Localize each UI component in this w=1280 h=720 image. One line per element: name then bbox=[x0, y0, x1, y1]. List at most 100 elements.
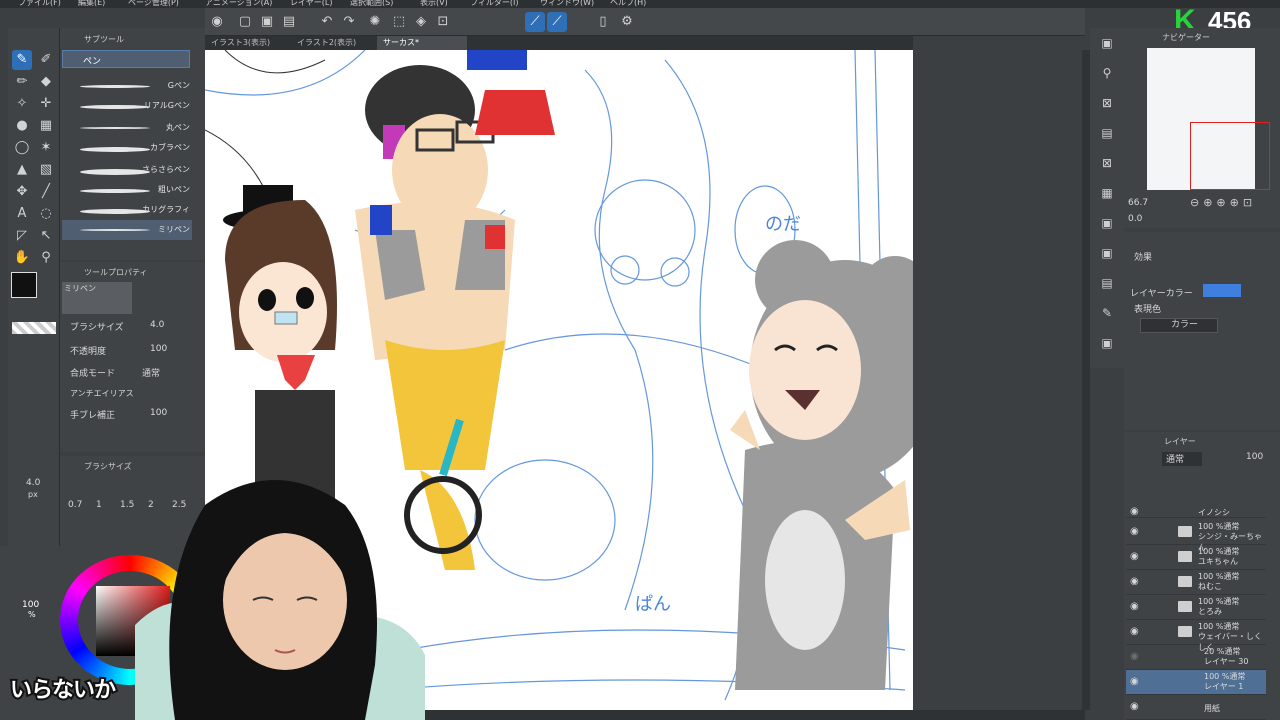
auto-action-icon[interactable]: ▤ bbox=[1098, 276, 1116, 294]
item-bank-icon[interactable]: ⊠ bbox=[1098, 156, 1116, 174]
menu-window[interactable]: ウィンドウ(W) bbox=[540, 0, 594, 8]
eye-icon[interactable]: ◉ bbox=[1130, 626, 1139, 637]
brush-item[interactable]: Gペン bbox=[62, 76, 192, 96]
eye-icon[interactable]: ◉ bbox=[1130, 701, 1139, 712]
layer-row[interactable]: ◉ 100 %通常 ユキちゃん bbox=[1126, 545, 1266, 570]
subtool-group-header[interactable]: ペン bbox=[62, 50, 190, 68]
rotation-value[interactable]: 0.0 bbox=[1128, 214, 1142, 224]
menu-selection[interactable]: 選択範囲(S) bbox=[350, 0, 393, 8]
brush-item[interactable]: リアルGペン bbox=[62, 96, 192, 116]
menu-help[interactable]: ヘルプ(H) bbox=[610, 0, 646, 8]
menu-edit[interactable]: 編集(E) bbox=[78, 0, 105, 8]
line-tool-icon[interactable]: ╱ bbox=[36, 182, 56, 202]
size-option[interactable]: 1 bbox=[96, 500, 102, 510]
menu-file[interactable]: ファイル(F) bbox=[18, 0, 61, 8]
snap-ruler-icon[interactable]: ⟋ bbox=[525, 12, 545, 32]
expression-select[interactable]: カラー bbox=[1140, 318, 1218, 333]
material-icon[interactable]: ▣ bbox=[1098, 36, 1116, 54]
balloon-tool-icon[interactable]: ◌ bbox=[36, 204, 56, 224]
layer-row[interactable]: ◉ 100 %通常 ねむこ bbox=[1126, 570, 1266, 595]
phone-link-icon[interactable]: ▯ bbox=[593, 12, 613, 32]
eye-icon[interactable]: ◉ bbox=[1130, 506, 1139, 517]
redo-icon[interactable]: ↷ bbox=[339, 12, 359, 32]
brush-size-value[interactable]: 4.0 bbox=[150, 320, 164, 330]
layer-row[interactable]: ◉ 20 %通常 レイヤー 30 bbox=[1126, 645, 1266, 670]
undo-icon[interactable]: ↶ bbox=[317, 12, 337, 32]
color-opacity-value[interactable]: 100 bbox=[22, 600, 39, 610]
magic-wand-icon[interactable]: ✶ bbox=[36, 138, 56, 158]
info-icon[interactable]: ▣ bbox=[1098, 246, 1116, 264]
eye-icon[interactable]: ◉ bbox=[1130, 676, 1139, 687]
transform-icon[interactable]: ⊡ bbox=[433, 12, 453, 32]
sub-view-icon[interactable]: ▤ bbox=[1098, 126, 1116, 144]
size-option[interactable]: 0.7 bbox=[68, 500, 82, 510]
fill-icon[interactable]: ◈ bbox=[411, 12, 431, 32]
menu-layer[interactable]: レイヤー(L) bbox=[290, 0, 332, 8]
brush-item[interactable]: 粗いペン bbox=[62, 180, 192, 200]
layer-color-swatch[interactable] bbox=[1203, 284, 1241, 297]
tab-illust3[interactable]: イラスト3(表示) bbox=[205, 36, 287, 50]
menu-animation[interactable]: アニメーション(A) bbox=[205, 0, 272, 8]
menu-view[interactable]: 表示(V) bbox=[420, 0, 448, 8]
stabilizer-row[interactable]: 手ブレ補正 100 bbox=[70, 408, 200, 424]
lasso-tool-icon[interactable]: ◯ bbox=[12, 138, 32, 158]
layer-opacity-value[interactable]: 100 bbox=[1246, 452, 1263, 462]
menu-filter[interactable]: フィルター(I) bbox=[470, 0, 518, 8]
blend-tool-icon[interactable]: ● bbox=[12, 116, 32, 136]
gradient-tool-icon[interactable]: ▧ bbox=[36, 160, 56, 180]
stabilizer-value[interactable]: 100 bbox=[150, 408, 167, 418]
eye-icon[interactable]: ◉ bbox=[1130, 576, 1139, 587]
tab-illust2[interactable]: イラスト2(表示) bbox=[291, 36, 373, 50]
eye-icon[interactable]: ◉ bbox=[1130, 551, 1139, 562]
snap-special-ruler-icon[interactable]: ⟋ bbox=[547, 12, 567, 32]
text-tool-icon[interactable]: A bbox=[12, 204, 32, 224]
tab-circus[interactable]: サーカス* bbox=[377, 36, 467, 50]
app-logo-icon[interactable]: ◉ bbox=[207, 12, 227, 32]
clear-icon[interactable]: ⬚ bbox=[389, 12, 409, 32]
eyedropper-tool-icon[interactable]: ✐ bbox=[36, 50, 56, 70]
frame-tool-icon[interactable]: ◸ bbox=[12, 226, 32, 246]
blend-mode-row[interactable]: 合成モード 通常 bbox=[70, 366, 200, 382]
opacity-row[interactable]: 不透明度 100 bbox=[70, 344, 200, 360]
settings-icon[interactable]: ⚙ bbox=[617, 12, 637, 32]
menu-page[interactable]: ページ管理(P) bbox=[128, 0, 179, 8]
layer-row-selected[interactable]: ◉ 100 %通常 レイヤー 1 bbox=[1126, 670, 1266, 695]
history-icon[interactable]: ▦ bbox=[1098, 186, 1116, 204]
layer-property-icon[interactable]: ⊠ bbox=[1098, 96, 1116, 114]
airbrush-tool-icon[interactable]: ✧ bbox=[12, 94, 32, 114]
fill-tool-icon[interactable]: ▲ bbox=[12, 160, 32, 180]
new-file-icon[interactable]: ▢ bbox=[235, 12, 255, 32]
zoom-value[interactable]: 66.7 bbox=[1128, 198, 1148, 208]
operation-tool-icon[interactable]: ↖ bbox=[36, 226, 56, 246]
zoom-tool-icon[interactable]: ⚲ bbox=[36, 248, 56, 268]
subtool-tab[interactable]: サブツール bbox=[84, 32, 124, 48]
layer-blend-select[interactable]: 通常 bbox=[1162, 452, 1202, 466]
navigator-viewport-frame[interactable] bbox=[1190, 122, 1270, 190]
zoom-controls[interactable]: ⊖⊕⊕⊕⊡ bbox=[1190, 196, 1256, 209]
layer-row[interactable]: ◉ イノシシ bbox=[1126, 500, 1266, 518]
hand-tool-icon[interactable]: ✋ bbox=[12, 248, 32, 268]
save-icon[interactable]: ▤ bbox=[279, 12, 299, 32]
eye-icon[interactable]: ◉ bbox=[1130, 601, 1139, 612]
animation-icon[interactable]: ▣ bbox=[1098, 216, 1116, 234]
brush-size-row[interactable]: ブラシサイズ 4.0 bbox=[70, 320, 200, 336]
pen-tool-icon[interactable]: ✎ bbox=[12, 50, 32, 70]
opacity-value[interactable]: 100 bbox=[150, 344, 167, 354]
layer-row[interactable]: ◉ 用紙 bbox=[1126, 695, 1266, 720]
brush-item-selected[interactable]: ミリペン bbox=[62, 220, 192, 240]
layer-row[interactable]: ◉ 100 %通常 ウェイバー・しくしく bbox=[1126, 620, 1266, 652]
blend-mode-select[interactable]: 通常 bbox=[142, 366, 160, 379]
brush-item[interactable]: 丸ペン bbox=[62, 118, 192, 138]
search-icon[interactable]: ⚲ bbox=[1098, 66, 1116, 84]
transparent-color-swatch[interactable] bbox=[12, 322, 56, 334]
eraser-tool-icon[interactable]: ◆ bbox=[36, 72, 56, 92]
size-option[interactable]: 1.5 bbox=[120, 500, 134, 510]
figure-tool-icon[interactable]: ▦ bbox=[36, 116, 56, 136]
brush-item[interactable]: さらさらペン bbox=[62, 160, 192, 180]
brush-item[interactable]: カリグラフィ bbox=[62, 200, 192, 220]
decoration-tool-icon[interactable]: ✛ bbox=[36, 94, 56, 114]
layer-row[interactable]: ◉ 100 %通常 シンジ・みーちゃん bbox=[1126, 520, 1266, 552]
open-file-icon[interactable]: ▣ bbox=[257, 12, 277, 32]
eye-icon[interactable]: ◉ bbox=[1130, 651, 1139, 662]
main-color-swatch[interactable] bbox=[11, 272, 37, 298]
